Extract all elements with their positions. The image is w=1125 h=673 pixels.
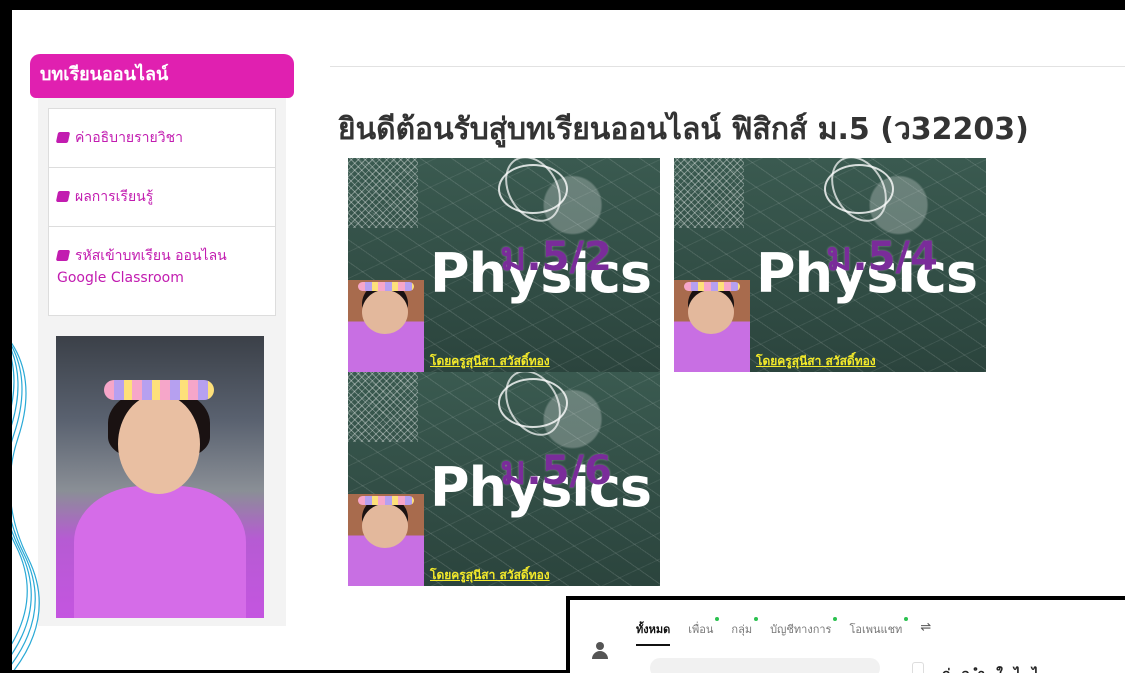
window-frame: บทเรียนออนไลน์ ค่าอธิบายรายวิชา ผลการเรี… bbox=[0, 0, 1125, 673]
sidebar-menu: ค่าอธิบายรายวิชา ผลการเรียนรู้ รหัสเข้าบ… bbox=[48, 108, 276, 316]
user-icon[interactable] bbox=[592, 642, 608, 660]
card-class-label: ม.5/6 bbox=[500, 448, 612, 494]
card-class-label: ม.5/4 bbox=[826, 234, 938, 280]
card-byline: โดยครูสุนีสา สวัสดิ์ทอง bbox=[430, 568, 550, 582]
book-icon bbox=[55, 250, 71, 261]
book-icon bbox=[55, 191, 71, 202]
page-title: ยินดีต้อนรับสู่บทเรียนออนไลน์ ฟิสิกส์ ม.… bbox=[338, 112, 1029, 147]
chat-tabs: ทั้งหมด เพื่อน กลุ่ม บัญชีทางการ โอเพนแช… bbox=[636, 617, 931, 646]
chat-rail bbox=[570, 600, 628, 673]
chat-search-input[interactable] bbox=[650, 658, 880, 673]
sidebar-item-label: ค่าอธิบายรายวิชา bbox=[75, 130, 183, 146]
sidebar-panel: ค่าอธิบายรายวิชา ผลการเรียนรู้ รหัสเข้าบ… bbox=[38, 98, 286, 626]
tab-official-accounts[interactable]: บัญชีทางการ bbox=[770, 617, 838, 646]
class-card-5-4[interactable]: Physics ม.5/4 โดยครูสุนีสา สวัสดิ์ทอง bbox=[674, 158, 986, 372]
chat-snippet: ก่ อ ำ ใ ไ ไ bbox=[942, 664, 1042, 673]
teacher-thumbnail bbox=[348, 280, 424, 372]
teacher-photo bbox=[56, 336, 264, 618]
sidebar-item-classroom-code[interactable]: รหัสเข้าบทเรียน ออนไลน Google Classroom bbox=[49, 227, 275, 315]
card-byline: โดยครูสุนีสา สวัสดิ์ทอง bbox=[430, 354, 550, 368]
tab-all[interactable]: ทั้งหมด bbox=[636, 620, 671, 646]
teacher-thumbnail bbox=[674, 280, 750, 372]
tab-groups[interactable]: กลุ่ม bbox=[731, 617, 759, 646]
sidebar-item-learning-outcomes[interactable]: ผลการเรียนรู้ bbox=[49, 168, 275, 227]
sidebar-item-label: รหัสเข้าบทเรียน ออนไลน Google Classroom bbox=[57, 248, 227, 286]
sidebar: บทเรียนออนไลน์ ค่าอธิบายรายวิชา ผลการเรี… bbox=[30, 54, 294, 626]
class-card-5-2[interactable]: Physics ม.5/2 โดยครูสุนีสา สวัสดิ์ทอง bbox=[348, 158, 660, 372]
notification-dot bbox=[904, 617, 909, 621]
notification-dot bbox=[833, 617, 838, 621]
web-page: บทเรียนออนไลน์ ค่าอธิบายรายวิชา ผลการเรี… bbox=[12, 10, 1125, 670]
sidebar-item-course-description[interactable]: ค่าอธิบายรายวิชา bbox=[49, 109, 275, 168]
sidebar-header: บทเรียนออนไลน์ bbox=[30, 54, 294, 98]
divider bbox=[330, 66, 1125, 67]
notification-dot bbox=[754, 617, 759, 621]
sliders-icon[interactable]: ⇌ bbox=[920, 620, 931, 646]
notification-dot bbox=[715, 617, 720, 621]
class-card-5-6[interactable]: Physics ม.5/6 โดยครูสุนีสา สวัสดิ์ทอง bbox=[348, 372, 660, 586]
chat-window: ทั้งหมด เพื่อน กลุ่ม บัญชีทางการ โอเพนแช… bbox=[566, 596, 1125, 673]
panel-divider bbox=[912, 662, 924, 673]
teacher-thumbnail bbox=[348, 494, 424, 586]
sidebar-item-label: ผลการเรียนรู้ bbox=[75, 189, 154, 205]
book-icon bbox=[55, 132, 71, 143]
decorative-swirl bbox=[12, 342, 40, 670]
tab-openchat[interactable]: โอเพนแชท bbox=[849, 617, 909, 646]
card-byline: โดยครูสุนีสา สวัสดิ์ทอง bbox=[756, 354, 876, 368]
tab-friends[interactable]: เพื่อน bbox=[688, 617, 720, 646]
card-class-label: ม.5/2 bbox=[500, 234, 612, 280]
